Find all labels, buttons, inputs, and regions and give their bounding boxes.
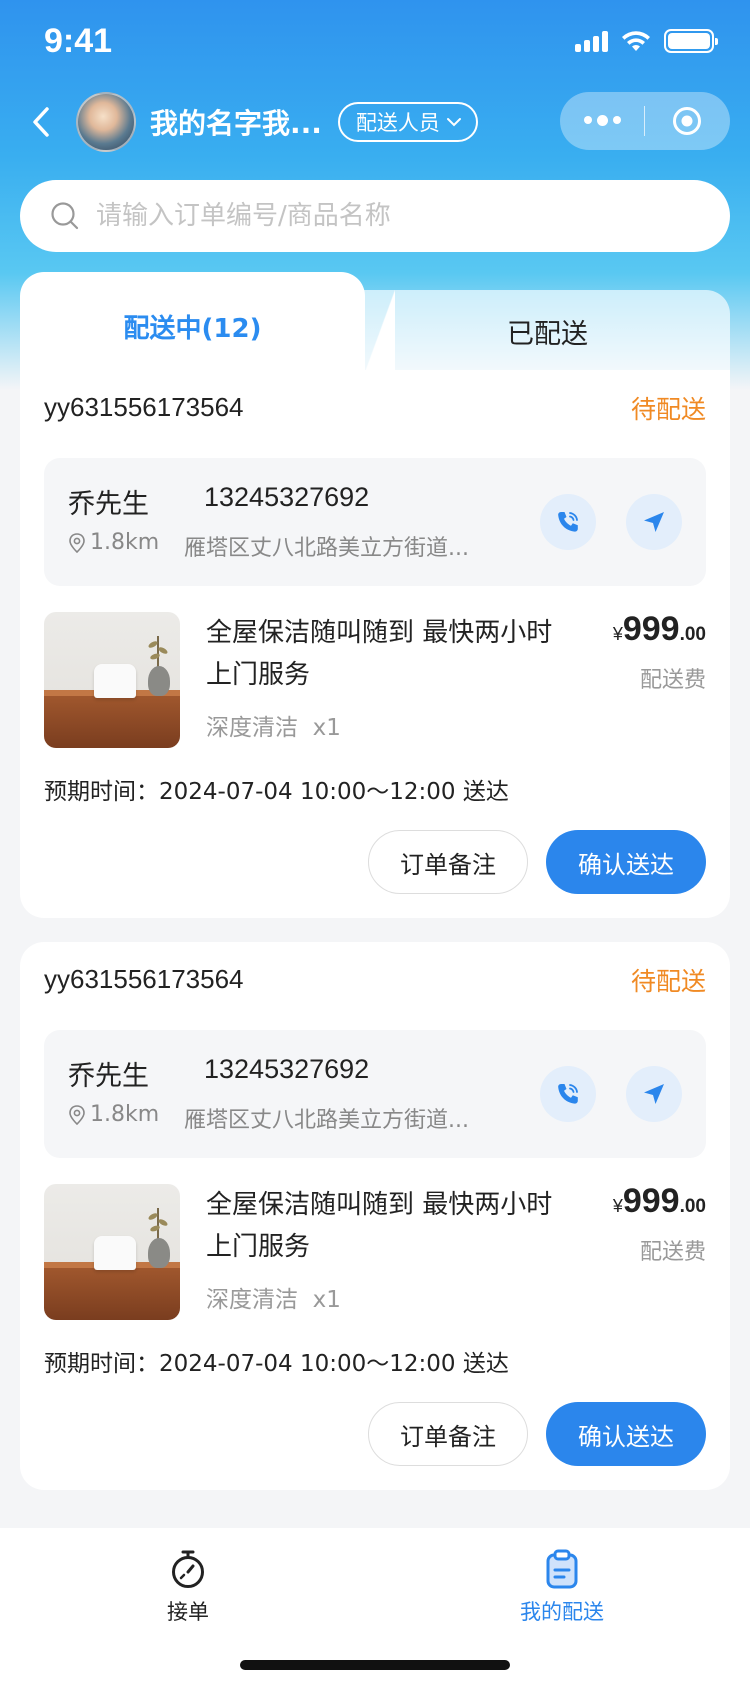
customer-phone: 13245327692 <box>204 1054 370 1084</box>
customer-name: 乔先生 <box>68 1061 149 1092</box>
distance: 1.8km <box>68 1102 159 1127</box>
chevron-left-icon <box>33 107 49 137</box>
product-image <box>44 1184 180 1320</box>
fee-label: 配送费 <box>639 668 706 693</box>
role-dropdown[interactable]: 配送人员 <box>337 102 478 142</box>
tabbar-item-my-delivery[interactable]: 我的配送 <box>462 1548 662 1626</box>
role-label: 配送人员 <box>355 111 440 135</box>
miniprogram-capsule <box>560 92 730 150</box>
product-price: ¥999.00 <box>612 1182 706 1220</box>
nav-bar: 我的名字我... 配送人员 <box>24 88 730 156</box>
order-status: 待配送 <box>630 967 706 996</box>
customer-name: 乔先生 <box>68 489 149 520</box>
product-spec: 深度清洁 x1 <box>206 1287 341 1313</box>
phone-icon <box>558 1084 578 1104</box>
chevron-down-icon <box>446 118 461 127</box>
home-indicator <box>240 1660 510 1670</box>
confirm-delivery-button[interactable]: 确认送达 <box>546 830 706 894</box>
tabbar-item-accept-orders[interactable]: 接单 <box>88 1548 288 1626</box>
order-number: yy631556173564 <box>44 964 244 994</box>
call-button[interactable] <box>540 1066 596 1122</box>
clipboard-icon <box>546 1549 578 1589</box>
search-bar[interactable] <box>20 180 730 252</box>
tabbar-label: 接单 <box>167 1600 209 1624</box>
location-icon <box>69 1104 85 1125</box>
expected-time: 预期时间：2024-07-04 10:00～12:00 送达 <box>44 779 509 805</box>
customer-info: 乔先生 13245327692 1.8km 雁塔区丈八北路美立方街道... <box>44 458 706 586</box>
call-button[interactable] <box>540 494 596 550</box>
more-icon[interactable] <box>560 115 644 126</box>
product-title: 全屋保洁随叫随到 最快两小时上门服务 <box>206 1190 553 1262</box>
status-bar: 9:41 <box>44 18 718 64</box>
search-input[interactable] <box>96 201 656 231</box>
navigation-arrow-icon <box>644 1084 664 1104</box>
product-image <box>44 612 180 748</box>
phone-icon <box>558 512 578 532</box>
confirm-delivery-button[interactable]: 确认送达 <box>546 1402 706 1466</box>
order-status: 待配送 <box>630 395 706 424</box>
close-target-icon[interactable] <box>645 105 729 137</box>
customer-phone: 13245327692 <box>204 482 370 512</box>
back-button[interactable] <box>24 105 58 139</box>
wifi-icon <box>622 31 650 51</box>
expected-time: 预期时间：2024-07-04 10:00～12:00 送达 <box>44 1351 509 1377</box>
tab-delivered[interactable]: 已配送 <box>365 290 730 372</box>
order-note-button[interactable]: 订单备注 <box>368 1402 528 1466</box>
user-name: 我的名字我... <box>150 107 322 140</box>
product-price: ¥999.00 <box>612 610 706 648</box>
customer-info: 乔先生 13245327692 1.8km 雁塔区丈八北路美立方街道... <box>44 1030 706 1158</box>
product-spec: 深度清洁 x1 <box>206 715 341 741</box>
stopwatch-icon <box>172 1550 204 1588</box>
order-card: yy631556173564 待配送 乔先生 13245327692 1.8km… <box>20 370 730 918</box>
order-number: yy631556173564 <box>44 392 244 422</box>
order-tabs: 配送中(12) 已配送 <box>20 272 730 372</box>
battery-icon <box>664 29 718 53</box>
product-title: 全屋保洁随叫随到 最快两小时上门服务 <box>206 618 553 690</box>
customer-address: 雁塔区丈八北路美立方街道... <box>184 1108 469 1133</box>
tab-delivering[interactable]: 配送中(12) <box>20 272 395 372</box>
avatar[interactable] <box>76 92 136 152</box>
distance: 1.8km <box>68 530 159 555</box>
order-note-button[interactable]: 订单备注 <box>368 830 528 894</box>
order-card: yy631556173564 待配送 乔先生 13245327692 1.8km… <box>20 942 730 1490</box>
search-icon <box>51 202 79 230</box>
bottom-tab-bar: 接单 我的配送 <box>0 1528 750 1682</box>
tabbar-label: 我的配送 <box>520 1600 604 1624</box>
location-icon <box>69 532 85 553</box>
navigate-button[interactable] <box>626 1066 682 1122</box>
customer-address: 雁塔区丈八北路美立方街道... <box>184 536 469 561</box>
signal-icon <box>575 30 608 52</box>
navigation-arrow-icon <box>644 512 664 532</box>
navigate-button[interactable] <box>626 494 682 550</box>
status-time: 9:41 <box>44 21 113 60</box>
fee-label: 配送费 <box>639 1240 706 1265</box>
